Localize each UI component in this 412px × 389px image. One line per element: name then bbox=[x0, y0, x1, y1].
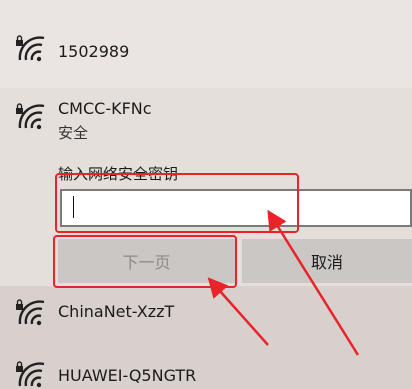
wifi-secured-icon bbox=[16, 361, 45, 388]
wifi-secured-icon bbox=[16, 103, 45, 130]
network-item-1502989[interactable]: 1502989 bbox=[0, 28, 412, 78]
network-name: HUAWEI-Q5NGTR bbox=[58, 366, 197, 385]
network-name: 1502989 bbox=[58, 42, 130, 61]
network-item-huawei-q5ngtr[interactable]: HUAWEI-Q5NGTR bbox=[0, 352, 412, 389]
wifi-secured-icon bbox=[16, 299, 45, 326]
highlight-box-input bbox=[55, 173, 299, 233]
wifi-secured-icon bbox=[16, 35, 45, 62]
network-item-chinanet-xzzt[interactable]: ChinaNet-XzzT bbox=[0, 290, 412, 340]
wifi-network-panel: 1502989 CMCC-KFNc 安全 输入网络安全密钥 下一页 取消 Chi… bbox=[0, 0, 412, 389]
network-name: ChinaNet-XzzT bbox=[58, 302, 175, 321]
network-security-status: 安全 bbox=[58, 124, 89, 142]
highlight-box-next bbox=[53, 235, 237, 288]
network-item-cmcc-kfnc[interactable]: CMCC-KFNc 安全 bbox=[0, 92, 412, 150]
network-name: CMCC-KFNc bbox=[58, 99, 152, 118]
cancel-button-label: 取消 bbox=[310, 253, 343, 272]
cancel-button[interactable]: 取消 bbox=[242, 239, 412, 283]
